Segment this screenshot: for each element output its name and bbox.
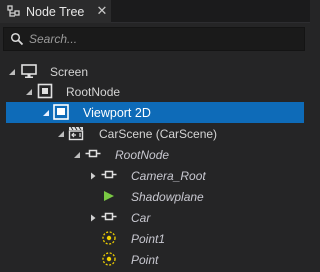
node-icon	[85, 149, 101, 158]
tab-label: Node Tree	[26, 4, 85, 19]
node-icon	[101, 212, 117, 221]
search-bar	[3, 27, 305, 51]
light-icon	[102, 252, 116, 266]
chevron-down-icon[interactable]	[57, 130, 65, 138]
monitor-icon	[21, 64, 37, 78]
shadowplane-icon	[104, 191, 114, 201]
chevron-right-icon[interactable]	[89, 172, 97, 180]
scene-icon	[68, 126, 84, 141]
tree-item-label: RootNode	[115, 148, 170, 162]
tree-item-rootnode[interactable]: RootNode	[0, 81, 310, 102]
chevron-down-icon[interactable]	[25, 88, 33, 96]
tab-bar: Node Tree ✕	[0, 0, 310, 23]
search-icon	[10, 32, 24, 46]
close-icon[interactable]: ✕	[95, 4, 109, 18]
tree-item-shadowplane[interactable]: Shadowplane	[0, 186, 310, 207]
tree-item-carscene-rootnode[interactable]: RootNode	[0, 144, 310, 165]
chevron-right-icon[interactable]	[89, 214, 97, 222]
node-tree-icon	[7, 4, 20, 17]
viewport-icon	[53, 104, 69, 120]
tree-item-label: RootNode	[66, 85, 121, 99]
light-icon	[102, 231, 116, 245]
tree-item-label: Car	[131, 211, 151, 225]
tree-item-point1[interactable]: Point1	[0, 228, 310, 249]
tree-item-label: Camera_Root	[131, 169, 206, 183]
tree-item-label: CarScene (CarScene)	[99, 127, 218, 141]
tree-item-car[interactable]: Car	[0, 207, 310, 228]
chevron-down-icon[interactable]	[42, 109, 50, 117]
tree-item-screen[interactable]: Screen	[0, 61, 310, 82]
tree-item-camera-root[interactable]: Camera_Root	[0, 165, 310, 186]
search-input[interactable]	[29, 32, 289, 46]
node-icon	[101, 170, 117, 179]
tree-item-carscene[interactable]: CarScene (CarScene)	[0, 123, 310, 144]
tree-item-label: Point1	[131, 232, 166, 246]
tab-node-tree[interactable]: Node Tree ✕	[0, 0, 111, 23]
chevron-down-icon[interactable]	[73, 151, 81, 159]
square-node-icon	[37, 83, 53, 99]
chevron-down-icon[interactable]	[8, 68, 16, 76]
tree-item-point[interactable]: Point	[0, 249, 310, 270]
tree-item-label: Screen	[50, 65, 89, 79]
tree-item-label: Shadowplane	[131, 190, 204, 204]
tree-item-viewport-2d[interactable]: Viewport 2D	[6, 102, 304, 123]
tree-item-label: Point	[131, 253, 159, 267]
tree-item-label: Viewport 2D	[83, 106, 151, 120]
